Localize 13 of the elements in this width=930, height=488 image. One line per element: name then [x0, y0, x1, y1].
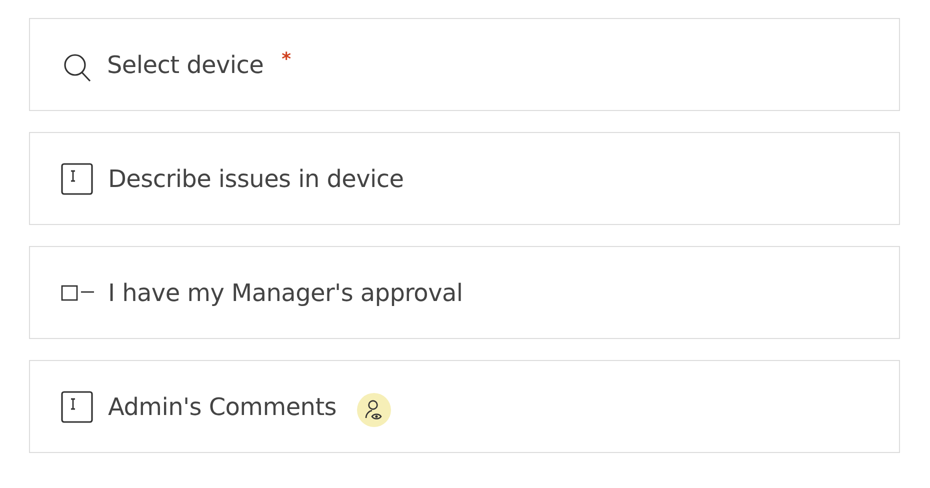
checkbox-icon [61, 284, 95, 300]
form-field[interactable]: Admin's Comments [29, 360, 900, 453]
field-label: I have my Manager's approval [108, 278, 463, 306]
field-label: Describe issues in device [108, 164, 404, 192]
form-field[interactable]: Describe issues in device [29, 132, 900, 225]
text-field-icon [61, 162, 93, 194]
text-field-icon [61, 390, 93, 422]
form-field[interactable]: I have my Manager's approval [29, 246, 900, 339]
field-label: Select device [107, 50, 264, 78]
field-label: Admin's Comments [108, 392, 337, 420]
search-icon [62, 52, 92, 82]
form-field[interactable]: Select device * [29, 18, 900, 111]
required-mark: * [282, 49, 292, 70]
